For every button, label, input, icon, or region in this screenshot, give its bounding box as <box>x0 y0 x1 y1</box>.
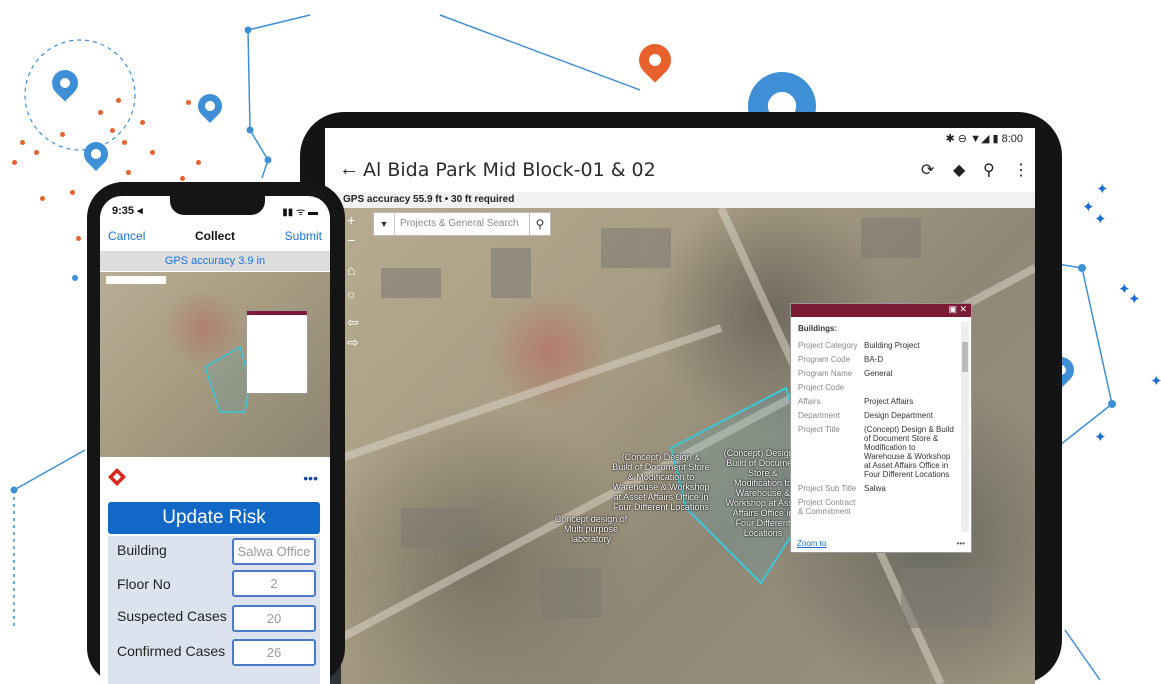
map-feature-label: Concept design of Multi purpose laborato… <box>554 514 628 544</box>
status-text: ✱ ⊖ ▼◢ ▮ 8:00 <box>945 133 1023 145</box>
home-icon[interactable]: ⌂ <box>347 262 355 278</box>
building-label: Building <box>117 542 167 558</box>
phone-time: 9:35 ◂ <box>112 205 143 217</box>
tablet-status-bar: ✱ ⊖ ▼◢ ▮ 8:00 <box>325 128 1035 150</box>
suspected-cases-field[interactable]: 20 <box>232 605 316 632</box>
search-placeholder: Projects & General Search <box>400 218 519 229</box>
floor-no-label: Floor No <box>117 576 171 592</box>
sparkle-icon: ✦ <box>1096 181 1109 198</box>
sparkle-icon: ✦ <box>1082 199 1095 216</box>
zoom-out-icon[interactable]: − <box>347 232 355 248</box>
search-input[interactable]: ▼ Projects & General Search <box>373 212 551 236</box>
feature-popup: ▣ ✕ Buildings: Project Category Building … <box>790 303 972 553</box>
popup-attributes: Project Category Building Project Program… <box>798 341 958 521</box>
gps-accuracy-text: GPS accuracy 55.9 ft • 30 ft required <box>343 194 515 205</box>
sparkle-icon: ✦ <box>1094 211 1107 228</box>
forward-icon[interactable]: ⇨ <box>347 334 359 351</box>
feature-popup <box>246 310 308 394</box>
submit-button[interactable]: Submit <box>285 229 322 243</box>
more-options-button[interactable]: ••• <box>303 470 318 486</box>
popup-row: Program Name General <box>798 369 893 378</box>
search-button[interactable]: ⚲ <box>529 212 551 236</box>
zoom-in-icon[interactable]: + <box>347 212 355 228</box>
popup-row: Project Contract & Commitment <box>798 498 856 516</box>
phone-notch <box>170 190 265 215</box>
sparkle-icon: ✦ <box>1150 373 1161 390</box>
zoom-to-link[interactable]: Zoom to <box>797 539 826 548</box>
phone-nav-bar: Collect Cancel Submit <box>100 226 330 248</box>
popup-row: Project Title (Concept) Design & Build of… <box>798 425 954 479</box>
tablet-screen: ✱ ⊖ ▼◢ ▮ 8:00 ← Al Bida Park Mid Block-0… <box>325 128 1035 684</box>
confirmed-cases-label: Confirmed Cases <box>117 643 226 659</box>
close-icon[interactable]: ▣ ✕ <box>948 304 967 315</box>
popup-row: Department Design Department <box>798 411 933 420</box>
locate-icon[interactable]: ○ <box>347 286 355 302</box>
popup-row: Project Code <box>798 383 845 392</box>
search-icon[interactable]: ⚲ <box>983 160 995 180</box>
suspected-cases-label: Suspected Cases <box>117 608 227 624</box>
popup-row: Project Category Building Project <box>798 341 920 350</box>
phone-map[interactable] <box>100 272 330 457</box>
popup-row: Project Sub Title Salwa <box>798 484 886 493</box>
layers-icon[interactable]: ◆ <box>953 160 965 180</box>
sparkle-icon: ✦ <box>1128 291 1141 308</box>
tablet-app-bar: ← Al Bida Park Mid Block-01 & 02 ⟳ ◆ ⚲ ⋮ <box>325 150 1035 192</box>
page-title: Al Bida Park Mid Block-01 & 02 <box>363 159 656 181</box>
chevron-down-icon[interactable]: ▼ <box>374 213 395 235</box>
popup-row: Program Code BA-D <box>798 355 884 364</box>
more-vert-icon[interactable]: ⋮ <box>1013 160 1029 180</box>
gps-accuracy-bar: GPS accuracy 55.9 ft • 30 ft required <box>325 192 1035 208</box>
building-field[interactable]: Salwa Office <box>232 538 316 565</box>
more-options-button[interactable]: ••• <box>957 539 965 548</box>
cancel-button[interactable]: Cancel <box>108 229 145 243</box>
map-feature-label: (Concept) Design & Build of Document Sto… <box>612 452 710 512</box>
back-icon[interactable]: ⇦ <box>347 314 359 331</box>
update-risk-header: Update Risk <box>108 502 320 534</box>
popup-header: ▣ ✕ <box>791 304 971 317</box>
popup-scrollbar[interactable] <box>961 322 969 532</box>
app-logo-icon <box>108 468 126 486</box>
popup-title: Buildings: <box>798 324 838 333</box>
sync-icon[interactable]: ⟳ <box>921 160 934 180</box>
back-arrow-icon[interactable]: ← <box>339 158 359 181</box>
gps-accuracy-bar: GPS accuracy 3.9 in <box>100 251 330 271</box>
floor-no-field[interactable]: 2 <box>232 570 316 597</box>
popup-row: Affairs Project Affairs <box>798 397 914 406</box>
phone-screen: 9:35 ◂ ▮▮ ᯤ ▬ Collect Cancel Submit GPS … <box>100 196 330 684</box>
phone-status-icons: ▮▮ ᯤ ▬ <box>282 207 318 218</box>
confirmed-cases-field[interactable]: 26 <box>232 639 316 666</box>
sparkle-icon: ✦ <box>1094 429 1107 446</box>
